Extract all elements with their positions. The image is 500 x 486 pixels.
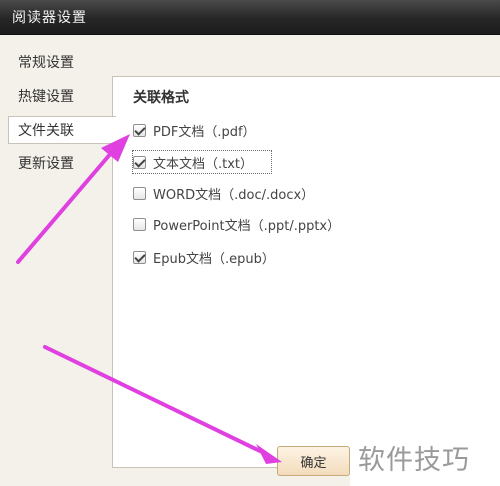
option-word[interactable]: WORD文档（.doc/.docx）	[133, 182, 314, 204]
window-title: 阅读器设置	[12, 10, 87, 26]
watermark-area: 软件技巧	[350, 430, 500, 486]
panel-heading: 关联格式	[133, 90, 189, 106]
ok-button[interactable]: 确定	[277, 446, 350, 476]
file-association-panel: 关联格式 PDF文档（.pdf） 文本文档（.txt） WORD文档（.doc/…	[112, 76, 500, 468]
nav-item-hotkeys[interactable]: 热键设置	[8, 83, 112, 111]
option-epub[interactable]: Epub文档（.epub）	[133, 246, 275, 268]
option-label: PDF文档（.pdf）	[153, 124, 256, 140]
checkbox[interactable]	[133, 123, 146, 137]
checkbox[interactable]	[133, 250, 146, 264]
nav-item-label: 热键设置	[18, 89, 74, 105]
option-label: Epub文档（.epub）	[153, 251, 275, 267]
checkbox[interactable]	[133, 155, 146, 169]
option-powerpoint[interactable]: PowerPoint文档（.ppt/.pptx）	[133, 213, 340, 235]
checkbox[interactable]	[133, 186, 146, 200]
option-label: 文本文档（.txt）	[153, 156, 254, 172]
option-label: PowerPoint文档（.ppt/.pptx）	[153, 218, 341, 234]
nav-item-file-association[interactable]: 文件关联	[8, 116, 116, 144]
nav-item-general[interactable]: 常规设置	[8, 49, 112, 77]
checkbox[interactable]	[133, 217, 146, 231]
option-label: WORD文档（.doc/.docx）	[153, 187, 315, 203]
title-bar: 阅读器设置	[0, 0, 500, 35]
option-pdf[interactable]: PDF文档（.pdf）	[133, 119, 256, 141]
nav-item-label: 文件关联	[18, 123, 74, 139]
watermark-text: 软件技巧	[358, 445, 470, 476]
nav-item-label: 更新设置	[18, 156, 74, 172]
nav-item-update[interactable]: 更新设置	[8, 150, 112, 178]
dialog-body: 常规设置 热键设置 文件关联 更新设置 关联格式 PDF文档（.pdf） 文本文…	[0, 35, 500, 486]
option-txt[interactable]: 文本文档（.txt）	[131, 150, 273, 174]
nav-item-label: 常规设置	[18, 55, 74, 71]
